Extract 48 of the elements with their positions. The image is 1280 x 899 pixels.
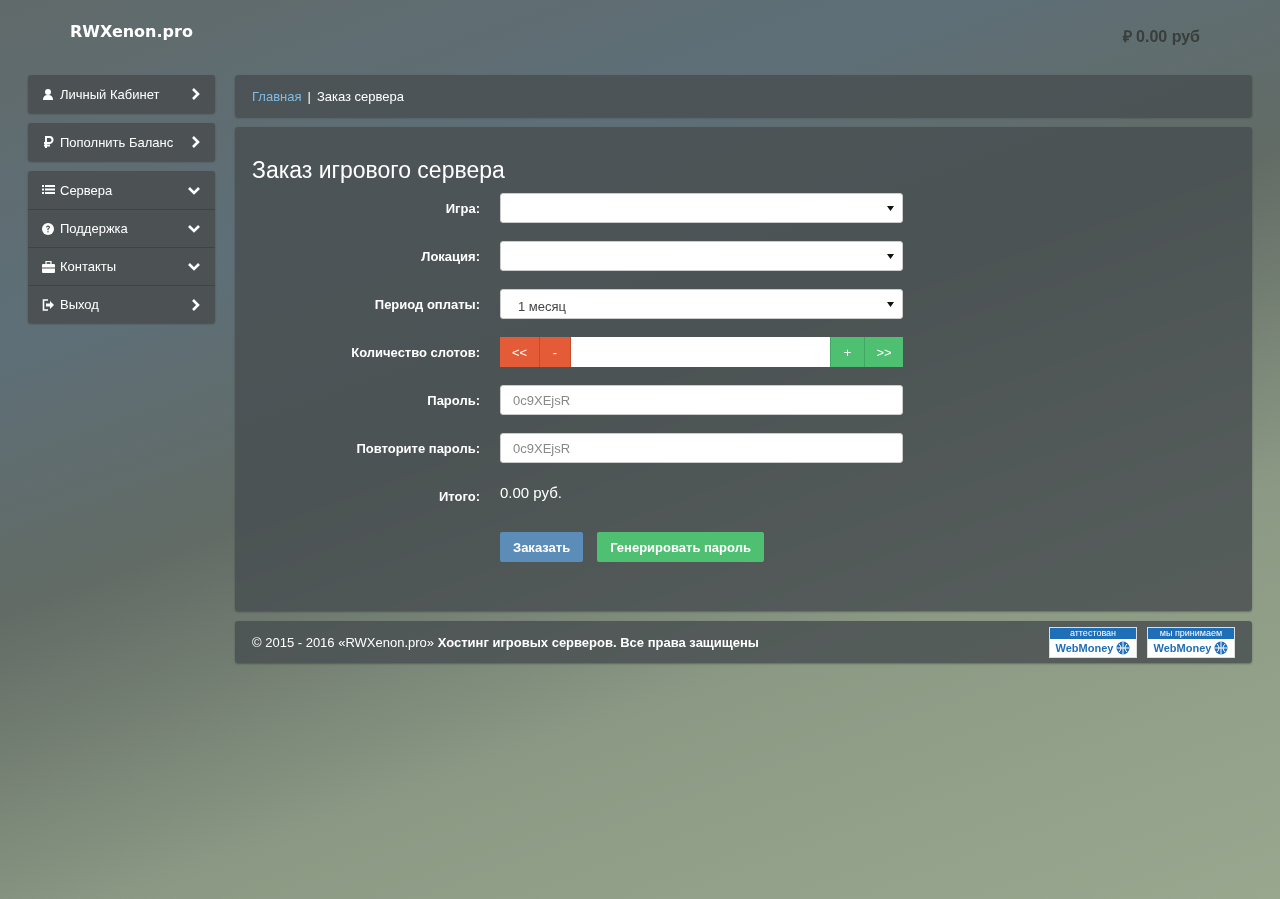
sidebar-item[interactable]: Сервера xyxy=(28,171,215,209)
select-field[interactable] xyxy=(500,193,903,223)
site-logo[interactable]: RWXenon.pro xyxy=(70,22,193,41)
list-icon xyxy=(42,184,55,196)
sidebar-item[interactable]: Пополнить Баланс xyxy=(28,123,215,161)
chevron-right-icon xyxy=(191,88,200,100)
field-label: Повторите пароль: xyxy=(355,440,480,456)
page-title: Заказ игрового сервера xyxy=(252,156,506,185)
dropdown-caret-icon xyxy=(887,205,894,211)
field-label: Итого: xyxy=(438,489,480,504)
field-label: Локация: xyxy=(420,248,480,264)
password-field[interactable]: 0c9XEjsR xyxy=(500,433,903,463)
decrease-button[interactable]: << xyxy=(500,337,540,367)
field-label: Количество слотов: xyxy=(350,344,480,360)
total-amount: 0.00 руб. xyxy=(500,484,562,501)
breadcrumb-separator: | xyxy=(307,88,311,104)
sidebar-item[interactable]: Выход xyxy=(28,285,215,323)
breadcrumb-current: Заказ сервера xyxy=(316,88,404,104)
dropdown-caret-icon xyxy=(887,253,894,259)
sidebar-item[interactable]: Контакты xyxy=(28,247,215,285)
field-label: Период оплаты: xyxy=(373,296,480,312)
webmoney-badge[interactable]: аттестован WebMoney xyxy=(1049,626,1137,658)
user-icon xyxy=(42,88,55,100)
breadcrumb-link[interactable]: Главная xyxy=(252,88,302,104)
decrease-button[interactable]: - xyxy=(540,337,571,367)
briefcase-icon xyxy=(42,260,55,273)
dropdown-caret-icon xyxy=(887,301,894,307)
globe-icon xyxy=(1214,640,1229,655)
help-icon xyxy=(42,222,55,235)
sidebar-item[interactable]: Поддержка xyxy=(28,209,215,247)
chevron-right-icon xyxy=(191,136,200,148)
chevron-down-icon xyxy=(188,224,200,233)
slots-input[interactable] xyxy=(571,337,830,367)
webmoney-badge[interactable]: мы принимаем WebMoney xyxy=(1147,626,1235,658)
select-field[interactable] xyxy=(500,241,903,271)
chevron-down-icon xyxy=(188,262,200,271)
copyright-text: © 2015 - 2016 «RWXenon.pro» Хостинг игровых серверов. Все права защищены xyxy=(252,634,759,650)
globe-icon xyxy=(1116,640,1131,655)
field-label: Игра: xyxy=(444,200,480,216)
chevron-right-icon xyxy=(191,298,200,311)
password-field[interactable]: 0c9XEjsR xyxy=(500,385,903,415)
sidebar-item[interactable]: Личный Кабинет xyxy=(28,75,215,113)
sign-out-icon xyxy=(42,298,55,311)
select-field[interactable]: 1 месяц xyxy=(500,289,903,319)
order-button[interactable]: Заказать xyxy=(500,532,584,562)
ruble-icon xyxy=(42,136,55,148)
chevron-down-icon xyxy=(188,185,200,195)
field-label: Пароль: xyxy=(426,392,480,408)
